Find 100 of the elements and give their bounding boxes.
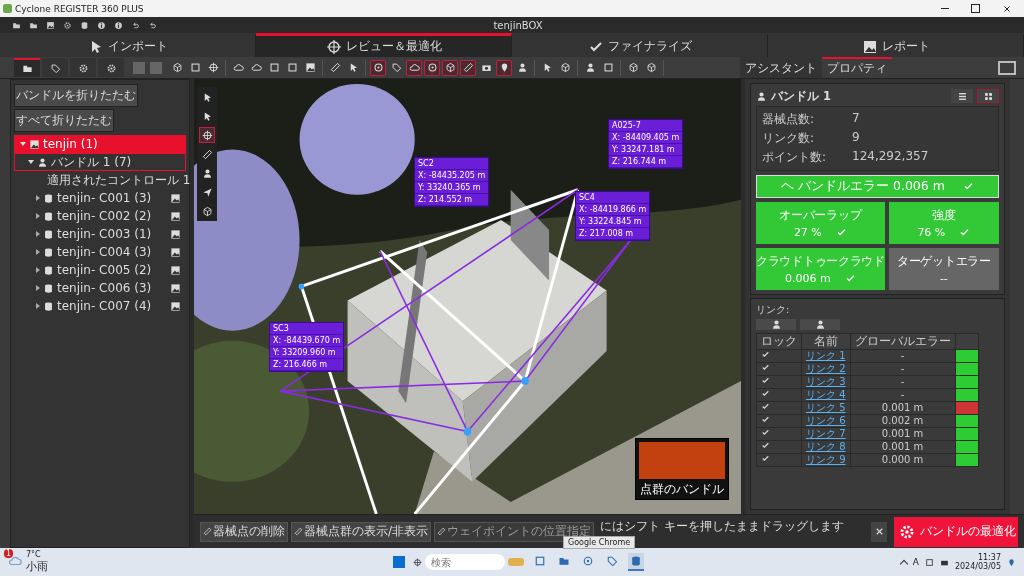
tree-item[interactable]: tenjin- C006 (3) [14, 279, 186, 297]
check-icon[interactable] [761, 441, 770, 450]
list-view-icon [956, 90, 968, 102]
picture-icon[interactable] [46, 20, 55, 30]
cube-icon [559, 62, 571, 73]
start-button[interactable] [393, 556, 405, 568]
collapse-button[interactable]: バンドルを折りたたむ [14, 84, 138, 107]
expand-arrow-icon[interactable] [36, 249, 40, 255]
toolbar-button[interactable] [370, 59, 386, 76]
collapse-arrow-icon[interactable] [28, 160, 34, 164]
bundle-error-text: ヘ バンドルエラー 0.006 m [781, 178, 945, 195]
ruler-icon [462, 62, 474, 73]
database-icon [43, 192, 54, 204]
picture-icon[interactable] [170, 300, 181, 312]
map-pin-icon[interactable] [1007, 557, 1016, 567]
cube-icon [171, 62, 183, 73]
picture-icon[interactable] [170, 210, 181, 222]
check-icon[interactable] [761, 402, 770, 411]
view-tool-button[interactable] [199, 127, 215, 143]
tree-item[interactable]: tenjin- C005 (2) [14, 261, 186, 279]
expand-arrow-icon[interactable] [36, 267, 40, 273]
tree-item[interactable]: tenjin- C002 (2) [14, 207, 186, 225]
check-icon[interactable] [761, 363, 770, 372]
toolbar-button[interactable] [406, 59, 422, 76]
view-toggle-button[interactable] [977, 89, 999, 103]
lock-all-button[interactable] [756, 319, 796, 330]
metric-tile[interactable]: ターゲットエラー -- [888, 248, 999, 290]
workflow-step[interactable]: インポート [0, 33, 256, 57]
tree-item[interactable]: tenjin- C007 (4) [14, 297, 186, 315]
expand-arrow-icon[interactable] [36, 195, 40, 201]
tree-label: tenjin- C002 (2) [57, 209, 152, 223]
target-label[interactable]: SC4 X: -84419.866 m Y: 33224.845 m Z: 217.008 m [575, 191, 651, 241]
optimize-button[interactable]: バンドルの最適化 [894, 516, 1018, 547]
toolbar-button[interactable] [496, 59, 512, 76]
database-icon[interactable] [80, 20, 89, 30]
ruler-icon [203, 527, 212, 536]
target-label[interactable]: SC3 X: -84439.670 m Y: 33209.960 m Z: 216.466 m [269, 322, 345, 372]
tree-item[interactable]: バンドル 1 (7) [14, 153, 186, 171]
collapse-button[interactable]: すべて折りたたむ [14, 109, 114, 132]
check-icon[interactable] [761, 428, 770, 437]
picture-icon[interactable] [170, 264, 181, 276]
expand-arrow-icon[interactable] [36, 231, 40, 237]
info-icon[interactable] [97, 20, 106, 30]
workflow-step[interactable]: レビュー＆最適化 [256, 33, 512, 57]
close-button[interactable] [871, 521, 887, 542]
picture-icon[interactable] [170, 228, 181, 240]
check-icon[interactable] [761, 415, 770, 424]
square-icon[interactable] [924, 557, 934, 567]
panel-tab[interactable] [70, 58, 96, 77]
target-icon [582, 555, 594, 567]
check-icon[interactable] [761, 454, 770, 463]
station-marker[interactable] [521, 377, 529, 386]
expand-arrow-icon[interactable] [36, 285, 40, 291]
thumbnail-photo-placeholder[interactable] [639, 442, 725, 479]
workflow-step[interactable]: ファイナライズ [512, 33, 768, 57]
action-button[interactable]: 器械点の削除 [200, 521, 288, 542]
tree-item[interactable]: tenjin- C001 (3) [14, 189, 186, 207]
search-field[interactable]: 検索 [425, 554, 505, 570]
expand-arrow-icon[interactable] [36, 213, 40, 219]
picture-icon[interactable] [170, 192, 181, 204]
target-label[interactable]: A025-7 X: -84409.405 m Y: 33247.181 m Z: 216.744 m [608, 119, 684, 169]
station-marker[interactable] [463, 427, 472, 436]
cloud-icon[interactable] [8, 554, 22, 568]
workflow-step[interactable]: レポート [768, 33, 1024, 57]
info-icon[interactable] [114, 20, 123, 30]
toolbar-button[interactable] [424, 59, 440, 76]
column-header: 名前 [801, 333, 851, 350]
panel-tab[interactable] [98, 58, 124, 77]
unlock-all-button[interactable] [800, 319, 840, 330]
tree-item[interactable]: tenjin- C003 (1) [14, 225, 186, 243]
taskbar-app[interactable] [628, 553, 644, 571]
undo-icon[interactable] [148, 20, 157, 30]
restore-button[interactable] [998, 61, 1016, 75]
panel-tab[interactable] [14, 58, 40, 77]
check-icon[interactable] [761, 376, 770, 385]
target-name: SC3 [270, 323, 344, 335]
action-button[interactable]: 器械点群の表示/非表示 [291, 521, 432, 542]
toolbar-button[interactable] [460, 59, 476, 76]
close-icon[interactable] [1002, 3, 1012, 14]
station-marker[interactable] [298, 283, 305, 290]
panel-tab[interactable]: アシスタント [740, 57, 822, 78]
picture-icon[interactable] [170, 246, 181, 258]
tooltip: Google Chrome [563, 536, 636, 549]
picture-icon[interactable] [170, 282, 181, 294]
check-icon[interactable] [761, 350, 770, 359]
target-coordinate: Z: 217.008 m [576, 228, 650, 240]
tree-item[interactable]: tenjin (1) [14, 135, 186, 153]
table-cell: 0.001 m [850, 440, 956, 454]
maximize-button[interactable] [971, 4, 980, 13]
view-toggle-button[interactable] [951, 89, 973, 103]
settings-icon[interactable] [63, 20, 72, 30]
toolbar-button[interactable] [442, 59, 458, 76]
check-icon[interactable] [761, 389, 770, 398]
tree-item[interactable]: tenjin- C004 (3) [14, 243, 186, 261]
folder-icon [558, 555, 570, 567]
expand-arrow-icon[interactable] [36, 303, 40, 309]
undo-icon[interactable] [131, 20, 140, 30]
target-label[interactable]: SC2 X: -84435.205 m Y: 33240.365 m Z: 214.552 m [414, 157, 490, 207]
input-indicator[interactable]: A [912, 557, 919, 567]
square-icon [286, 62, 298, 73]
